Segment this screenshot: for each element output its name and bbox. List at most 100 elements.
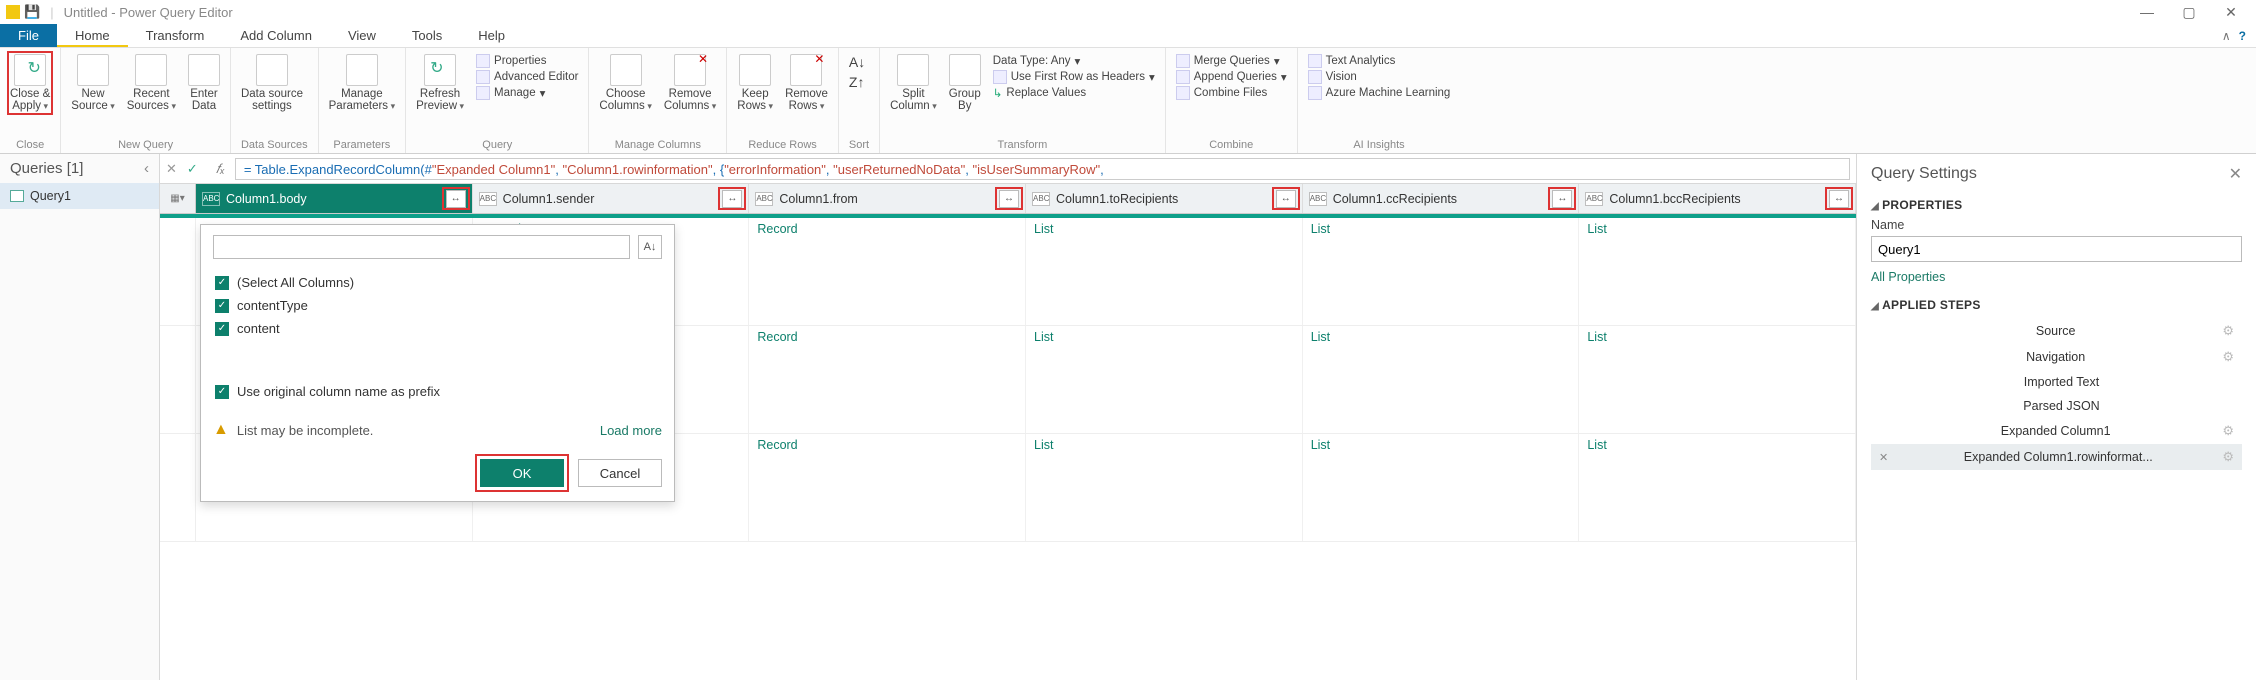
data-type-button[interactable]: Data Type: Any ▾ <box>993 54 1155 68</box>
column-header-body[interactable]: ABC Column1.body ↔ <box>196 184 473 213</box>
cell[interactable]: List <box>1303 326 1580 433</box>
collapse-ribbon-icon[interactable]: ∧ <box>2222 29 2231 43</box>
recent-sources-button[interactable]: Recent Sources <box>127 54 176 112</box>
tab-view[interactable]: View <box>330 24 394 47</box>
formula-input[interactable]: = Table.ExpandRecordColumn(#"Expanded Co… <box>235 158 1850 180</box>
applied-step-active[interactable]: Expanded Column1.rowinformat...⚙ <box>1871 444 2242 470</box>
cell[interactable]: List <box>1303 218 1580 325</box>
gear-icon[interactable]: ⚙ <box>2222 423 2234 439</box>
select-all-corner[interactable]: ▦▾ <box>160 184 196 213</box>
azure-ml-button[interactable]: Azure Machine Learning <box>1308 86 1451 100</box>
sort-desc-button[interactable]: Z↑ <box>849 74 865 90</box>
tab-transform[interactable]: Transform <box>128 24 223 47</box>
properties-section-header[interactable]: PROPERTIES <box>1871 198 2242 212</box>
load-more-link[interactable]: Load more <box>600 423 662 438</box>
cell[interactable]: List <box>1026 218 1303 325</box>
tab-add-column[interactable]: Add Column <box>222 24 330 47</box>
query-name-input[interactable] <box>1871 236 2242 262</box>
column-header-ccrecipients[interactable]: ABC Column1.ccRecipients ↔ <box>1303 184 1580 213</box>
expand-icon[interactable]: ↔ <box>1552 190 1572 208</box>
use-first-row-headers-button[interactable]: Use First Row as Headers ▾ <box>993 70 1155 84</box>
fx-icon[interactable]: 𝑓ₓ <box>216 161 225 177</box>
grid-header: ▦▾ ABC Column1.body ↔ ABC Column1.sender… <box>160 184 1856 214</box>
manage-button[interactable]: Manage ▾ <box>476 86 578 100</box>
column-header-torecipients[interactable]: ABC Column1.toRecipients ↔ <box>1026 184 1303 213</box>
help-icon[interactable]: ? <box>2239 29 2246 43</box>
minimize-button[interactable]: — <box>2138 3 2156 21</box>
option-checkbox[interactable]: ✓content <box>213 317 662 340</box>
close-formula-icon[interactable]: ✕ <box>166 161 177 177</box>
close-window-button[interactable]: ✕ <box>2222 3 2240 21</box>
expand-icon[interactable]: ↔ <box>1829 190 1849 208</box>
cell[interactable]: Record <box>749 434 1026 541</box>
manage-parameters-button[interactable]: Manage Parameters <box>329 54 395 112</box>
remove-rows-button[interactable]: Remove Rows <box>785 54 828 112</box>
remove-columns-button[interactable]: Remove Columns <box>664 54 716 112</box>
gear-icon[interactable]: ⚙ <box>2222 349 2234 365</box>
expand-icon[interactable]: ↔ <box>1276 190 1296 208</box>
expand-icon[interactable]: ↔ <box>446 190 466 208</box>
query-item[interactable]: Query1 <box>0 183 159 209</box>
popup-search-input[interactable] <box>213 235 630 259</box>
new-source-button[interactable]: New Source <box>71 54 114 112</box>
column-header-from[interactable]: ABC Column1.from ↔ <box>749 184 1026 213</box>
close-settings-icon[interactable]: ✕ <box>2229 164 2242 184</box>
qa-save-icon[interactable]: 💾 <box>24 4 40 20</box>
enter-data-button[interactable]: Enter Data <box>188 54 220 112</box>
type-any-icon: ABC <box>755 192 773 206</box>
applied-steps-section-header[interactable]: APPLIED STEPS <box>1871 298 2242 312</box>
applied-step[interactable]: Parsed JSON <box>1871 394 2242 418</box>
expand-icon[interactable]: ↔ <box>722 190 742 208</box>
vision-button[interactable]: Vision <box>1308 70 1451 84</box>
group-by-button[interactable]: Group By <box>949 54 981 112</box>
properties-button[interactable]: Properties <box>476 54 578 68</box>
cell[interactable]: List <box>1579 326 1856 433</box>
advanced-editor-button[interactable]: Advanced Editor <box>476 70 578 84</box>
collapse-queries-icon[interactable]: ‹ <box>144 160 149 177</box>
close-and-apply-button[interactable]: Close & Apply <box>10 54 50 112</box>
expand-icon[interactable]: ↔ <box>999 190 1019 208</box>
tab-file[interactable]: File <box>0 24 57 47</box>
applied-step[interactable]: Expanded Column1⚙ <box>1871 418 2242 444</box>
maximize-button[interactable]: ▢ <box>2180 3 2198 21</box>
gear-icon[interactable]: ⚙ <box>2222 323 2234 339</box>
ok-button[interactable]: OK <box>480 459 564 487</box>
applied-step[interactable]: Source⚙ <box>1871 318 2242 344</box>
option-checkbox[interactable]: ✓contentType <box>213 294 662 317</box>
sort-asc-button[interactable]: A↓ <box>849 54 865 70</box>
combine-files-button[interactable]: Combine Files <box>1176 86 1287 100</box>
refresh-preview-button[interactable]: Refresh Preview <box>416 54 464 112</box>
text-analytics-button[interactable]: Text Analytics <box>1308 54 1451 68</box>
applied-step[interactable]: Imported Text <box>1871 370 2242 394</box>
append-queries-button[interactable]: Append Queries ▾ <box>1176 70 1287 84</box>
cell[interactable]: List <box>1303 434 1580 541</box>
column-header-bccrecipients[interactable]: ABC Column1.bccRecipients ↔ <box>1579 184 1856 213</box>
accept-formula-icon[interactable]: ✓ <box>187 161 198 177</box>
applied-step[interactable]: Navigation⚙ <box>1871 344 2242 370</box>
select-all-checkbox[interactable]: ✓(Select All Columns) <box>213 271 662 294</box>
all-properties-link[interactable]: All Properties <box>1871 270 2242 284</box>
column-header-label: Column1.bccRecipients <box>1609 192 1740 206</box>
column-header-sender[interactable]: ABC Column1.sender ↔ <box>473 184 750 213</box>
tab-home[interactable]: Home <box>57 24 128 47</box>
cell[interactable]: Record <box>749 218 1026 325</box>
cell[interactable]: Record <box>749 326 1026 433</box>
choose-columns-button[interactable]: Choose Columns <box>599 54 651 112</box>
cell[interactable]: List <box>1579 218 1856 325</box>
merge-queries-button[interactable]: Merge Queries ▾ <box>1176 54 1287 68</box>
keep-rows-button[interactable]: Keep Rows <box>737 54 773 112</box>
gear-icon[interactable]: ⚙ <box>2222 449 2234 465</box>
cell[interactable]: List <box>1026 326 1303 433</box>
split-column-button[interactable]: Split Column <box>890 54 937 112</box>
tab-tools[interactable]: Tools <box>394 24 460 47</box>
cancel-button[interactable]: Cancel <box>578 459 662 487</box>
group-label-ai: AI Insights <box>1308 139 1451 151</box>
popup-sort-icon[interactable]: A↓ <box>638 235 662 259</box>
cell[interactable]: List <box>1579 434 1856 541</box>
data-source-settings-button[interactable]: Data source settings <box>241 54 303 112</box>
cell[interactable]: List <box>1026 434 1303 541</box>
replace-values-button[interactable]: ↳Replace Values <box>993 86 1155 100</box>
column-header-label: Column1.body <box>226 192 307 206</box>
use-prefix-checkbox[interactable]: ✓Use original column name as prefix <box>213 380 662 403</box>
tab-help[interactable]: Help <box>460 24 523 47</box>
